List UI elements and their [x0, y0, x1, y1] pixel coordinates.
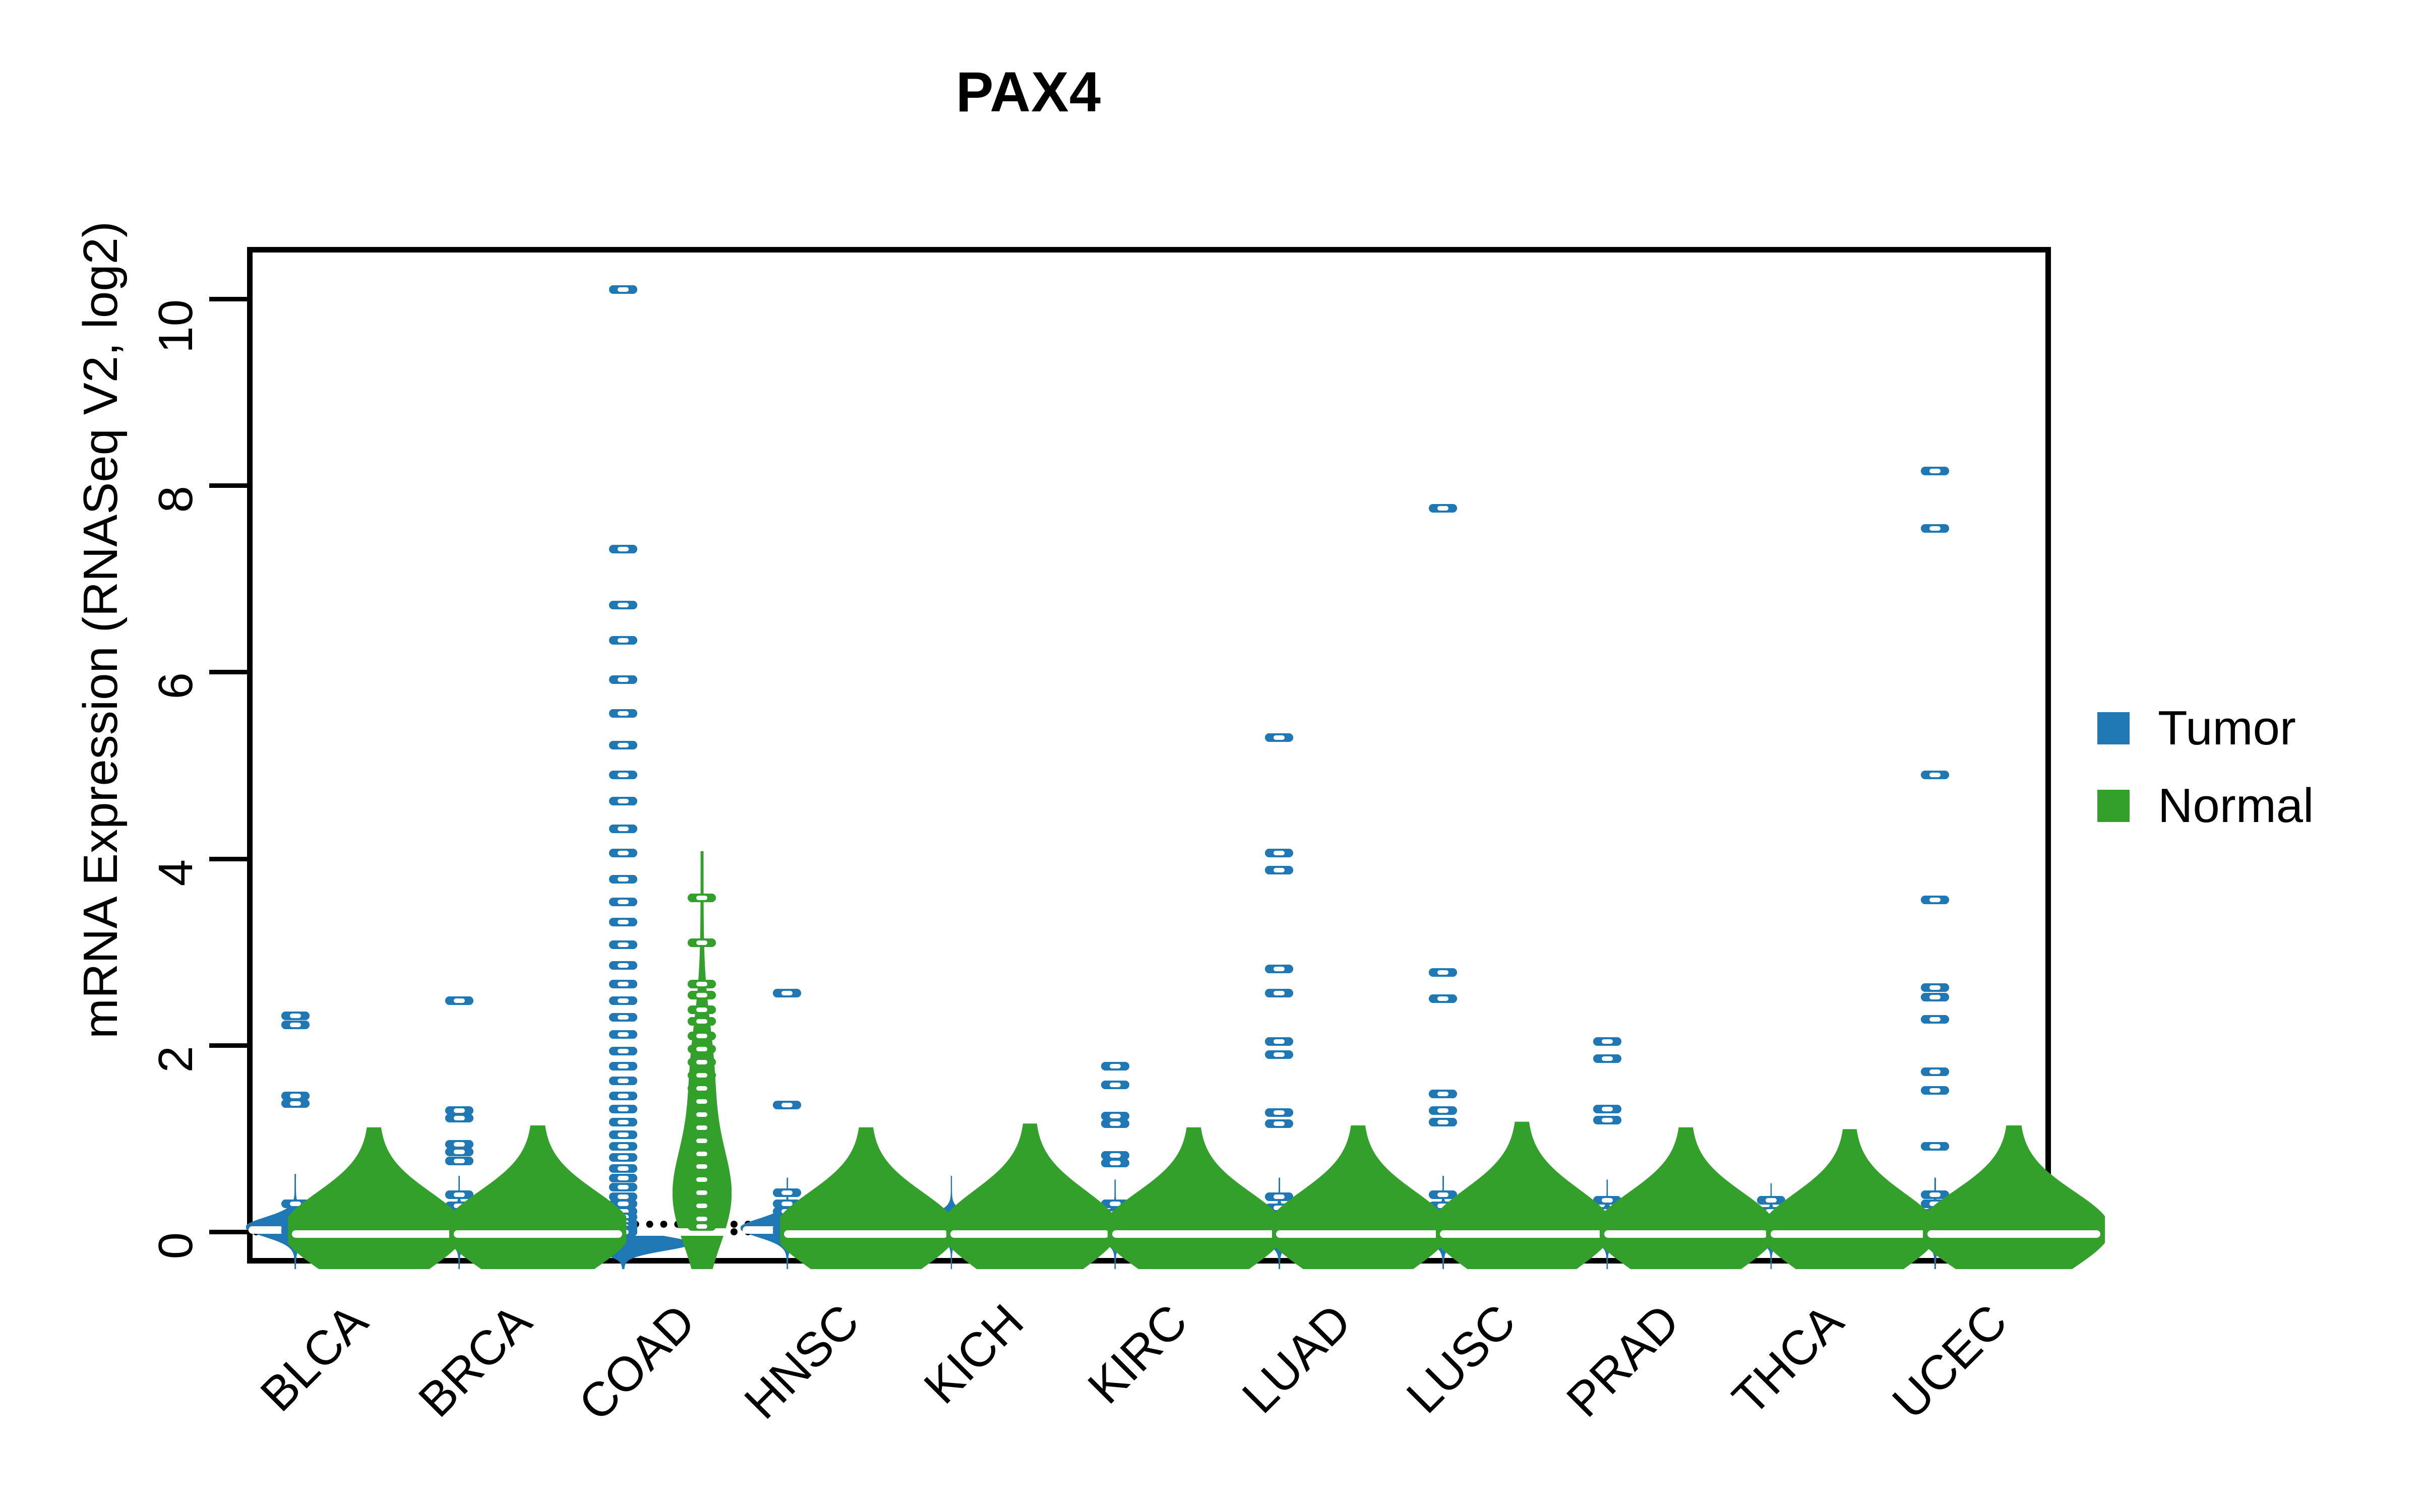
y-tick-label: 8 [149, 486, 203, 513]
violin-body [1272, 1125, 1444, 1269]
median-line [292, 1230, 456, 1238]
legend-item-normal[interactable]: Normal [2097, 778, 2314, 834]
violin-shape [779, 1127, 952, 1269]
legend-swatch-icon [2097, 712, 2130, 744]
x-tick-label-brca: BRCA [408, 1294, 542, 1427]
data-point [688, 1162, 716, 1171]
median-line [784, 1230, 948, 1238]
data-point [688, 1017, 716, 1026]
legend-label: Tumor [2158, 701, 2296, 755]
data-point [688, 1222, 716, 1231]
data-point [688, 1175, 716, 1184]
data-point [688, 938, 716, 948]
y-tick-label: 2 [149, 1045, 203, 1073]
data-point [688, 1136, 716, 1145]
violin-body [1435, 1121, 1608, 1269]
legend-label: Normal [2158, 779, 2314, 833]
median-line [454, 1230, 622, 1238]
x-tick-label-coad: COAD [568, 1294, 706, 1431]
data-point-center [696, 896, 708, 901]
legend: Tumor Normal [2097, 701, 2314, 856]
data-point [688, 1084, 716, 1093]
data-point-center [696, 940, 708, 946]
legend-swatch-icon [2097, 790, 2130, 822]
violin-shape [1600, 1127, 1772, 1269]
data-point-center [696, 1019, 708, 1024]
violin-shape [946, 1123, 1114, 1269]
y-tick-label: 6 [149, 672, 203, 700]
data-point-center [696, 1034, 708, 1039]
data-point-center [696, 1217, 708, 1222]
x-tick-label-lusc: LUSC [1396, 1294, 1526, 1424]
y-axis-label-text: mRNA Expression (RNASeq V2, log2) [74, 221, 128, 1039]
y-axis-label: mRNA Expression (RNASeq V2, log2) [71, 76, 131, 1184]
x-tick-label-thca: THCA [1722, 1294, 1854, 1426]
data-point-center [696, 1099, 708, 1104]
y-tick-label: 10 [149, 299, 203, 353]
plot-area: 0 2 4 6 8 10 [149, 247, 2105, 1269]
data-point-center [696, 1190, 708, 1195]
violin-body [1108, 1127, 1280, 1269]
data-point-center [696, 1060, 708, 1065]
page-title: PAX4 [955, 60, 1102, 123]
median-line [1770, 1230, 1929, 1238]
x-tick-label-ucec: UCEC [1882, 1294, 2018, 1429]
violin-shape [449, 1125, 627, 1269]
data-point-center [696, 1112, 708, 1117]
data-point [688, 894, 716, 903]
data-point-center [696, 981, 708, 986]
y-tick-label: 0 [149, 1232, 203, 1259]
violin-body [946, 1123, 1114, 1269]
x-tick-label-kich: KICH [914, 1294, 1034, 1414]
data-point-center [696, 1086, 708, 1091]
data-point [688, 1202, 716, 1211]
data-point [688, 1123, 716, 1132]
violin-body [449, 1125, 627, 1269]
legend-item-tumor[interactable]: Tumor [2097, 701, 2314, 756]
median-line [1276, 1230, 1440, 1238]
violin-body [1766, 1129, 1934, 1269]
x-tick-label-blca: BLCA [250, 1294, 378, 1422]
chart-canvas: PAX4 mRNA Expression (RNASeq V2, log2) 0… [0, 0, 2420, 1512]
violin-shape [1922, 1125, 2105, 1269]
data-point [688, 1097, 716, 1106]
median-line [1604, 1230, 1768, 1238]
data-point-center [696, 1164, 708, 1169]
data-point-center [696, 1007, 708, 1013]
data-point [688, 1188, 716, 1198]
data-point [688, 990, 716, 999]
data-point [688, 1005, 716, 1015]
x-tick-label-kirc: KIRC [1077, 1294, 1198, 1414]
median-line [950, 1230, 1110, 1238]
violin-body [779, 1127, 952, 1269]
data-point [688, 1071, 716, 1080]
data-point-center [696, 1073, 708, 1078]
data-point-center [696, 1125, 708, 1130]
data-point-center [696, 1047, 708, 1052]
x-tick-label-hnsc: HNSC [734, 1294, 870, 1429]
violin-body [1922, 1125, 2105, 1269]
violin-body [287, 1127, 460, 1269]
data-point [688, 1149, 716, 1158]
x-tick-label-luad: LUAD [1232, 1294, 1362, 1424]
median-line [1927, 1230, 2100, 1238]
data-point-center [696, 1151, 708, 1156]
violin-body [1600, 1127, 1772, 1269]
data-point [688, 1032, 716, 1041]
data-point [688, 1110, 716, 1119]
data-point-center [696, 1204, 708, 1209]
data-point-center [696, 992, 708, 997]
median-line [1112, 1230, 1276, 1238]
data-point [688, 979, 716, 988]
data-point-center [696, 1138, 708, 1143]
data-point-center [696, 1224, 708, 1229]
x-tick-label-prad: PRAD [1556, 1294, 1690, 1427]
data-point-center [696, 1177, 708, 1182]
median-line [1440, 1230, 1604, 1238]
data-point [688, 1045, 716, 1054]
data-point [688, 1058, 716, 1067]
y-tick-label: 4 [149, 859, 203, 886]
